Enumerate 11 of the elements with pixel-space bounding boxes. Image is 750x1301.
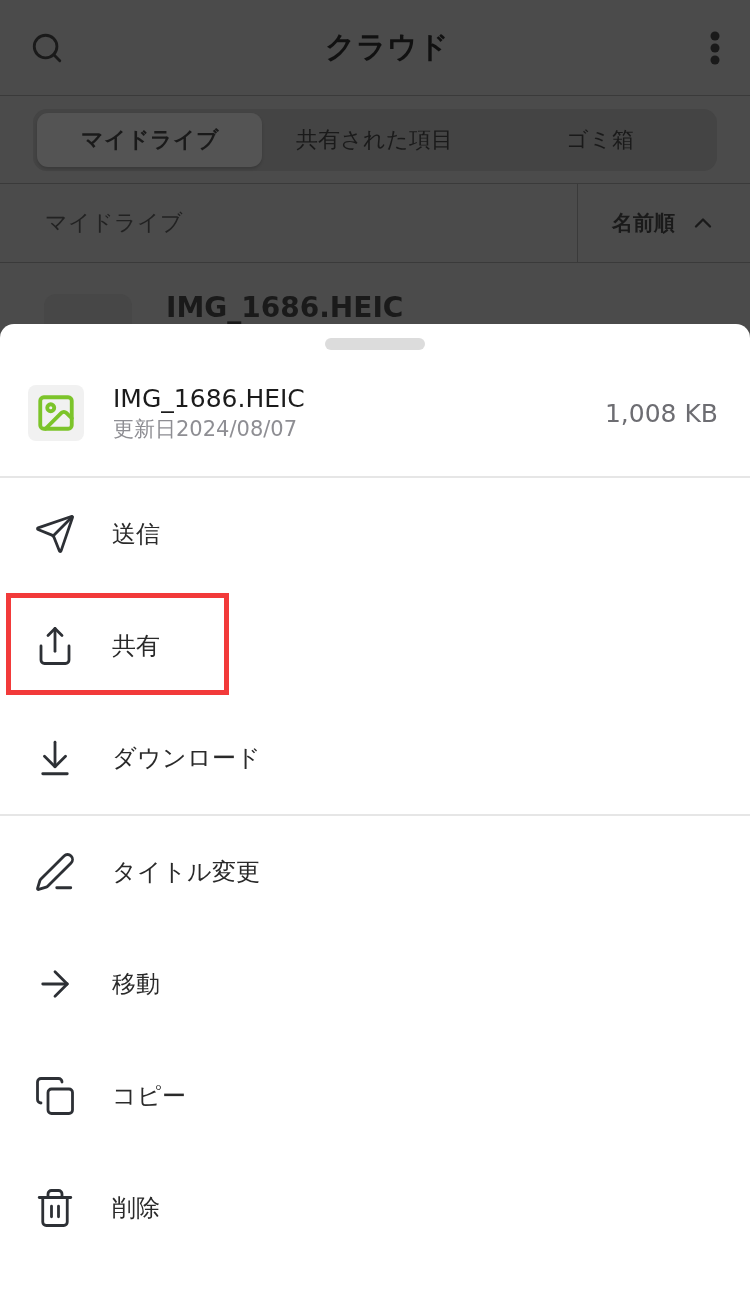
more-button[interactable] — [710, 30, 720, 65]
copy-icon — [34, 1075, 76, 1117]
modified-date: 更新日2024/08/07 — [113, 415, 299, 443]
pencil-icon — [34, 851, 76, 893]
image-icon — [28, 385, 84, 441]
more-icon — [710, 30, 720, 65]
file-size: 1,008 KB — [604, 398, 718, 428]
drag-handle[interactable] — [325, 338, 425, 350]
screen-title: クラウド — [325, 28, 449, 66]
send-icon — [34, 513, 76, 555]
file-name: IMG_1686.HEIC — [113, 383, 306, 413]
